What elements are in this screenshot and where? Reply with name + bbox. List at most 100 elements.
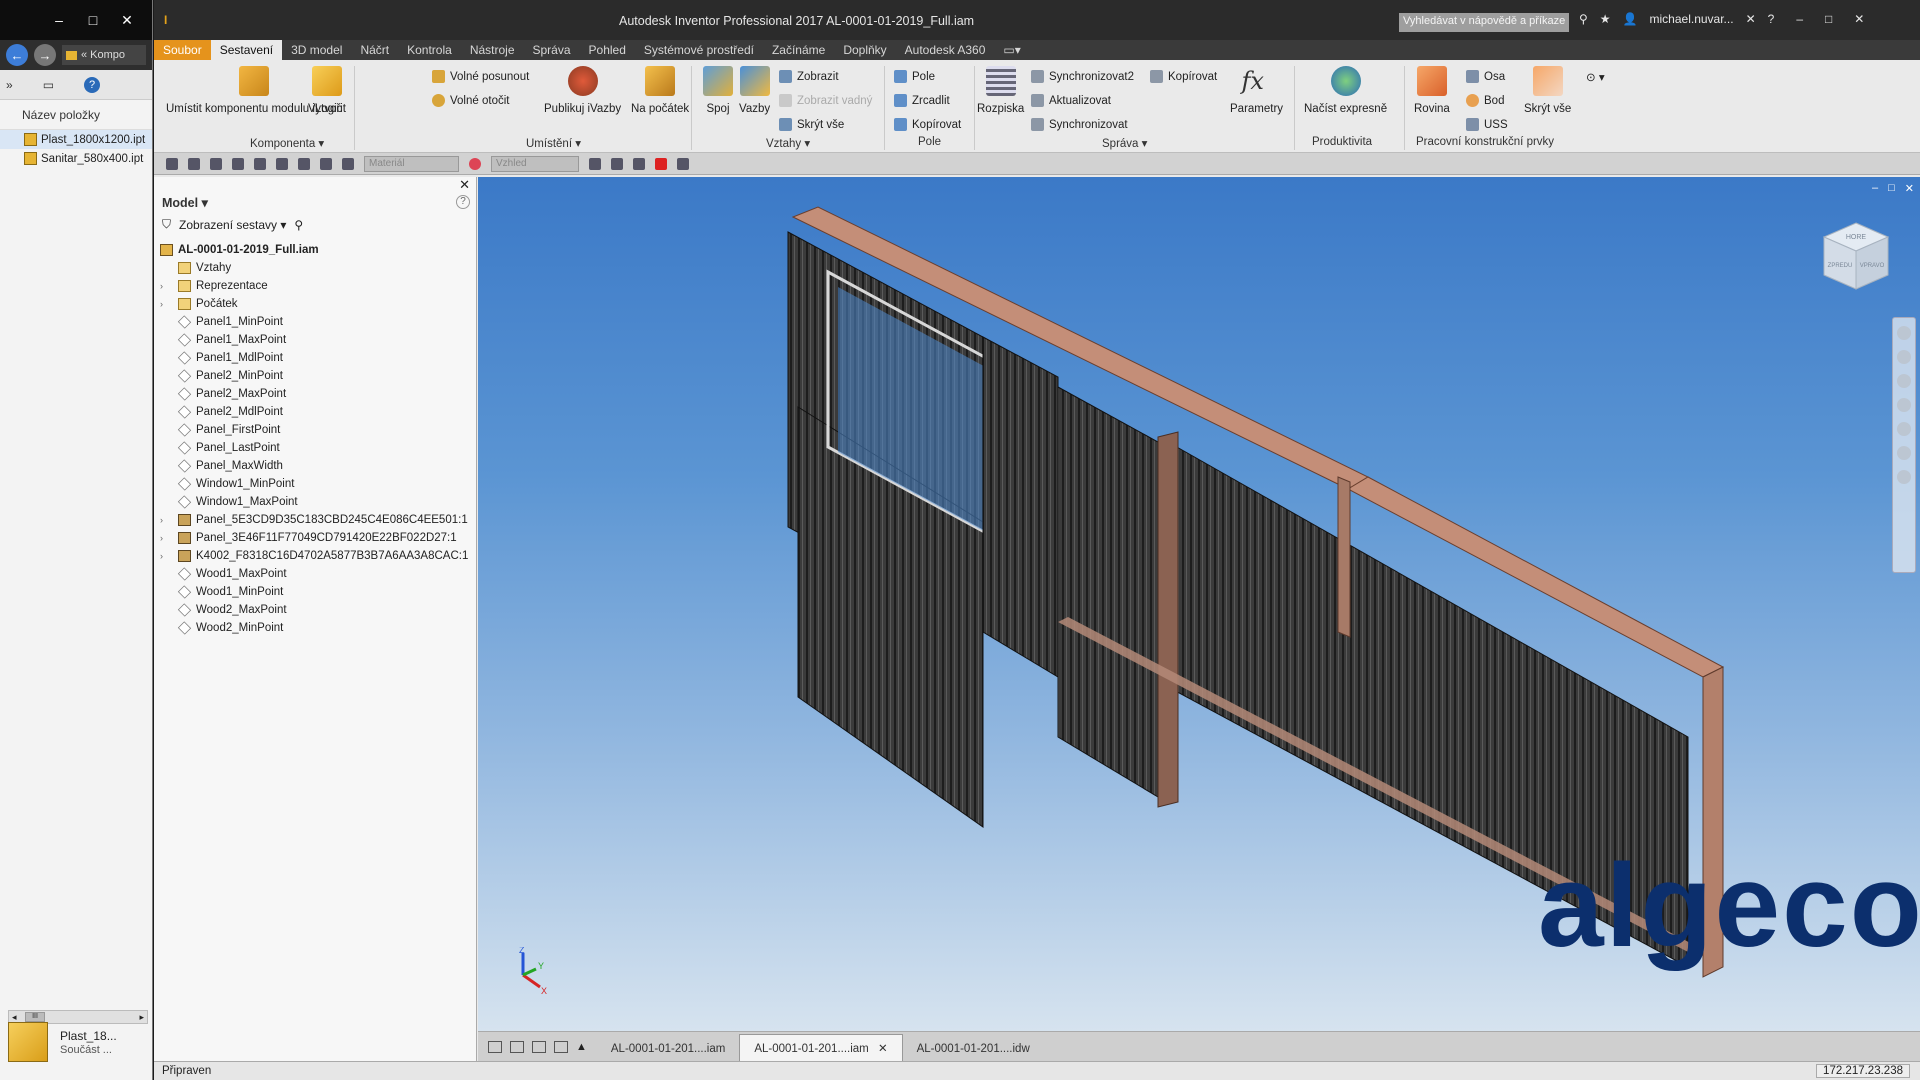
- tree-node[interactable]: › K4002_F8318C16D4702A5877B3B7A6AA3A8CAC:…: [160, 547, 472, 565]
- tab-sketch[interactable]: Náčrt: [351, 40, 398, 60]
- synchronize-button[interactable]: Synchronizovat: [1031, 118, 1128, 131]
- tree-node[interactable]: Wood2_MinPoint: [160, 619, 472, 637]
- mirror-button[interactable]: Zrcadlit: [894, 94, 950, 107]
- group-title-component[interactable]: Komponenta ▾: [250, 136, 324, 150]
- tree-node[interactable]: Panel2_MaxPoint: [160, 385, 472, 403]
- file-item[interactable]: Plast_1800x1200.ipt: [0, 130, 152, 149]
- constraint-button[interactable]: Vazby: [739, 66, 770, 115]
- viewcube-right-label[interactable]: VPRAVO: [1860, 263, 1885, 269]
- filter-icon[interactable]: ⛉: [162, 217, 171, 232]
- create-component-button[interactable]: Vytvořit: [308, 66, 346, 115]
- update-icon[interactable]: [298, 157, 310, 170]
- scroll-thumb[interactable]: III: [25, 1012, 45, 1022]
- tree-node[interactable]: Wood1_MaxPoint: [160, 565, 472, 583]
- axis-button[interactable]: Osa: [1466, 70, 1505, 83]
- minimize-button[interactable]: –: [52, 12, 66, 28]
- document-tab-active[interactable]: AL-0001-01-201....iam ✕: [739, 1034, 903, 1061]
- inventor-logo-icon[interactable]: I: [164, 8, 180, 32]
- ribbon-customize-icon[interactable]: ⊙ ▾: [1586, 70, 1605, 84]
- tree-node[interactable]: Wood2_MaxPoint: [160, 601, 472, 619]
- maximize-button[interactable]: □: [1825, 12, 1832, 26]
- show-sick-button[interactable]: Zobrazit vadný: [779, 94, 872, 107]
- customize-icon[interactable]: [677, 157, 689, 170]
- expand-arrow-icon[interactable]: ›: [160, 515, 170, 525]
- publish-ivazby-button[interactable]: Publikuj iVazby: [544, 66, 621, 115]
- arrange-vertical-icon[interactable]: [554, 1041, 568, 1053]
- close-tab-icon[interactable]: ✕: [878, 1043, 888, 1055]
- copy-button[interactable]: Kopírovat: [894, 118, 961, 131]
- expand-arrow-icon[interactable]: ›: [160, 299, 170, 309]
- tab-inspect[interactable]: Kontrola: [398, 40, 461, 60]
- forward-arrow-icon[interactable]: →: [34, 44, 56, 66]
- tree-node[interactable]: › Panel_5E3CD9D35C183CBD245C4E086C4EE501:…: [160, 511, 472, 529]
- tree-node[interactable]: Panel_MaxWidth: [160, 457, 472, 475]
- assembly-view-dropdown[interactable]: Zobrazení sestavy ▾: [179, 218, 286, 232]
- new-file-icon[interactable]: [166, 157, 178, 170]
- cascade-icon[interactable]: [488, 1041, 502, 1053]
- load-express-button[interactable]: Načíst expresně: [1304, 66, 1387, 115]
- joint-button[interactable]: Spoj: [703, 66, 733, 115]
- tree-node[interactable]: › Panel_3E46F11F77049CD791420E22BF022D27:…: [160, 529, 472, 547]
- expand-arrow-icon[interactable]: ›: [160, 551, 170, 561]
- plus-icon[interactable]: [655, 157, 667, 170]
- user-account[interactable]: michael.nuvar...: [1650, 12, 1734, 26]
- steering-wheel-icon[interactable]: [1897, 326, 1911, 340]
- tree-node[interactable]: Panel2_MdlPoint: [160, 403, 472, 421]
- browser-title[interactable]: Model ▾: [162, 195, 208, 210]
- color-icon[interactable]: [342, 157, 354, 170]
- minimize-button[interactable]: –: [1872, 182, 1878, 195]
- home-icon[interactable]: [276, 157, 288, 170]
- ribbon-options-icon[interactable]: ▭▾: [994, 40, 1029, 60]
- tree-node[interactable]: Window1_MaxPoint: [160, 493, 472, 511]
- hide-all-constraints-button[interactable]: Skrýt vše: [779, 118, 844, 131]
- tab-get-started[interactable]: Začínáme: [763, 40, 834, 60]
- to-origin-button[interactable]: Na počátek: [631, 66, 689, 115]
- tile-icon[interactable]: [510, 1041, 524, 1053]
- tab-view[interactable]: Pohled: [580, 40, 635, 60]
- viewcube-top-label[interactable]: HORE: [1846, 234, 1867, 241]
- file-item[interactable]: Sanitar_580x400.ipt: [0, 149, 152, 168]
- pan-icon[interactable]: [1897, 350, 1911, 364]
- point-button[interactable]: Bod: [1466, 94, 1504, 107]
- appearance-dropdown[interactable]: Vzhled: [491, 155, 579, 172]
- tab-manage[interactable]: Správa: [524, 40, 580, 60]
- tree-node[interactable]: Panel1_MaxPoint: [160, 331, 472, 349]
- save-icon[interactable]: [210, 157, 222, 170]
- close-button[interactable]: ✕: [1854, 12, 1864, 26]
- maximize-button[interactable]: □: [1888, 182, 1895, 195]
- update-button[interactable]: Aktualizovat: [1031, 94, 1111, 107]
- help-search-input[interactable]: Vyhledávat v nápovědě a příkaze: [1399, 13, 1569, 32]
- document-tab[interactable]: AL-0001-01-201....idw: [903, 1037, 1044, 1061]
- pattern-button[interactable]: Pole: [894, 70, 935, 83]
- preview-pane-icon[interactable]: ▭: [43, 78, 54, 92]
- ucs-button[interactable]: USS: [1466, 118, 1508, 131]
- back-arrow-icon[interactable]: ←: [6, 44, 28, 66]
- tree-node[interactable]: Wood1_MinPoint: [160, 583, 472, 601]
- close-button[interactable]: ✕: [120, 12, 134, 29]
- navbar-options-icon[interactable]: [1897, 470, 1911, 484]
- free-move-button[interactable]: Volné posunout: [432, 70, 529, 83]
- bom-button[interactable]: Rozpiska: [977, 66, 1024, 115]
- material-dropdown[interactable]: Materiál: [364, 155, 459, 172]
- tree-node[interactable]: Panel_LastPoint: [160, 439, 472, 457]
- fx-qat-icon[interactable]: [633, 157, 645, 170]
- tab-assemble[interactable]: Sestavení: [210, 40, 283, 60]
- minimize-button[interactable]: –: [1796, 12, 1803, 26]
- find-icon[interactable]: ⚲: [294, 218, 303, 232]
- copy-design-button[interactable]: Kopírovat: [1150, 70, 1217, 83]
- look-at-icon[interactable]: [1897, 422, 1911, 436]
- redo-icon[interactable]: [254, 157, 266, 170]
- tab-tools[interactable]: Nástroje: [461, 40, 524, 60]
- open-file-icon[interactable]: [188, 157, 200, 170]
- undo-icon[interactable]: [232, 157, 244, 170]
- show-constraints-button[interactable]: Zobrazit: [779, 70, 839, 83]
- expand-arrow-icon[interactable]: ›: [160, 533, 170, 543]
- close-icon[interactable]: ✕: [459, 177, 470, 193]
- synchronize2-button[interactable]: Synchronizovat2: [1031, 70, 1134, 83]
- maximize-button[interactable]: □: [86, 12, 100, 28]
- column-header-name[interactable]: Název položky: [0, 100, 152, 130]
- scroll-right-icon[interactable]: ▸: [139, 1012, 144, 1023]
- tree-root[interactable]: AL-0001-01-2019_Full.iam: [160, 241, 472, 259]
- group-title-relationships[interactable]: Vztahy ▾: [766, 136, 810, 150]
- arrange-horizontal-icon[interactable]: [532, 1041, 546, 1053]
